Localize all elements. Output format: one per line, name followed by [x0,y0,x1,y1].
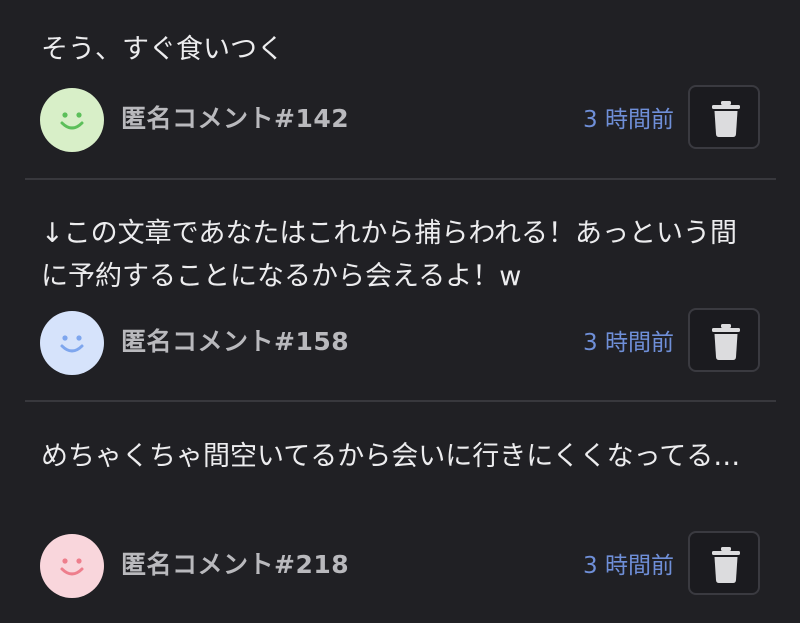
timestamp: 3 時間前 [583,330,674,356]
delete-button[interactable] [688,308,760,372]
comment-item: めちゃくちゃ間空いてるから会いに行きにくくなってる… 匿名コメント#218 3 … [0,402,800,623]
smiley-face-icon [60,112,84,130]
comment-item: ↓この文章であなたはこれから捕らわれる！あっという間に予約することになるから会え… [0,180,800,400]
avatar [40,88,104,152]
comment-text: めちゃくちゃ間空いてるから会いに行きにくくなってる… [41,441,741,472]
comment-meta: 匿名コメント#218 3 時間前 [40,531,760,598]
comment-meta: 匿名コメント#142 3 時間前 [40,85,760,152]
comment-feed: そう、すぐ食いつく 匿名コメント#142 3 時間前 ↓この文章であなたはこれか… [0,0,800,623]
comment-item: そう、すぐ食いつく 匿名コメント#142 3 時間前 [0,0,800,178]
trash-icon [712,101,740,137]
delete-button[interactable] [688,531,760,595]
comment-text: そう、すぐ食いつく [41,34,284,65]
timestamp: 3 時間前 [583,553,674,579]
avatar [40,311,104,375]
delete-button[interactable] [688,85,760,149]
smiley-face-icon [60,558,84,576]
smiley-face-icon [60,335,84,353]
timestamp: 3 時間前 [583,107,674,133]
trash-icon [712,547,740,583]
avatar [40,534,104,598]
trash-icon [712,324,740,360]
comment-meta: 匿名コメント#158 3 時間前 [40,308,760,375]
comment-text: ↓この文章であなたはこれから捕らわれる！あっという間に予約することになるから会え… [41,218,738,292]
author-name: 匿名コメント#142 [121,104,350,133]
author-name: 匿名コメント#158 [121,327,350,356]
author-name: 匿名コメント#218 [121,550,350,579]
